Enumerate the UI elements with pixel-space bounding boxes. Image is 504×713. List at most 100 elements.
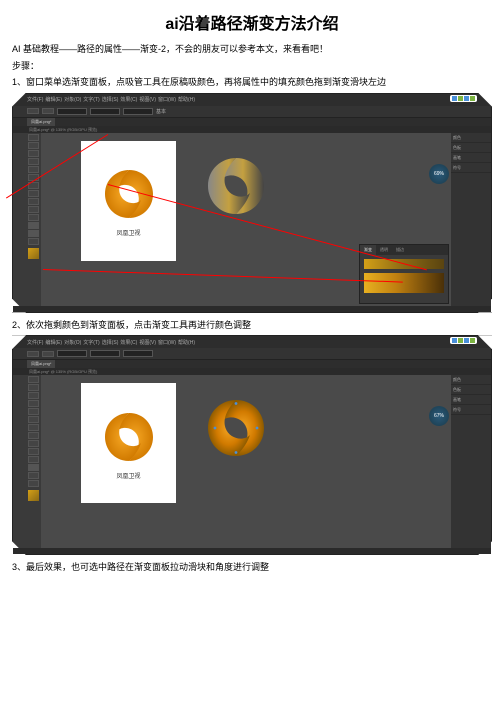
pen-tool-icon-2[interactable] [28, 392, 39, 399]
gradient-tool-icon-2[interactable] [28, 464, 39, 471]
gradient-preview[interactable] [364, 273, 444, 293]
rpanel-swatches[interactable]: 色板 [451, 143, 491, 153]
control-bar-2 [13, 348, 491, 360]
rpanel-color[interactable]: 颜色 [451, 133, 491, 143]
type-tool-icon-2[interactable] [28, 400, 39, 407]
stroke-swatch-2[interactable] [42, 351, 54, 357]
pencil-tool-icon-2[interactable] [28, 432, 39, 439]
scale-tool-icon-2[interactable] [28, 456, 39, 463]
right-panel: 颜色 色板 画笔 符号 [451, 133, 491, 306]
eyedropper-tool-icon[interactable] [28, 230, 39, 237]
stroke-swatch[interactable] [42, 108, 54, 114]
doc-tabbar: 凤凰ai.png* [13, 118, 491, 126]
toolbox-2 [27, 375, 41, 548]
fill-gradient-swatch[interactable] [28, 248, 39, 259]
direct-select-icon[interactable] [28, 142, 39, 149]
menu-effect[interactable]: 效果(C) [120, 96, 137, 103]
artboard-2: 凤凰卫视 [81, 383, 176, 503]
search-badge[interactable] [450, 95, 477, 102]
zoom-info-2: 凤凰ai.png* @ 135% (RGB/GPU 预览) [13, 368, 491, 375]
line-tool-icon-2[interactable] [28, 408, 39, 415]
search-badge-2[interactable] [450, 337, 477, 344]
menu-type[interactable]: 文字(T) [83, 96, 99, 103]
menubar-2: 文件(F) 编辑(E) 对象(O) 文字(T) 选择(S) 效果(C) 视图(V… [13, 336, 491, 348]
rect-tool-icon-2[interactable] [28, 416, 39, 423]
menu-effect-2[interactable]: 效果(C) [120, 339, 137, 346]
stroke-weight-2[interactable] [57, 350, 87, 357]
gradient-tool-icon[interactable] [28, 222, 39, 229]
rpanel-swatches-2[interactable]: 色板 [451, 385, 491, 395]
menu-select-2[interactable]: 选择(S) [102, 339, 119, 346]
phoenix-logo-orange-2 [99, 407, 159, 467]
rpanel-brushes[interactable]: 画笔 [451, 153, 491, 163]
rotate-tool-icon-2[interactable] [28, 448, 39, 455]
menu-object[interactable]: 对象(O) [64, 96, 81, 103]
eraser-tool-icon[interactable] [28, 198, 39, 205]
opacity-field-2[interactable] [90, 350, 120, 357]
rotate-tool-icon[interactable] [28, 206, 39, 213]
menu-help-2[interactable]: 帮助(H) [178, 339, 195, 346]
fill-gradient-swatch-2[interactable] [28, 490, 39, 501]
type-tool-icon[interactable] [28, 158, 39, 165]
steps-label: 步骤： [12, 59, 492, 72]
menu-edit-2[interactable]: 编辑(E) [45, 339, 62, 346]
selection-tool-icon-2[interactable] [28, 376, 39, 383]
rpanel-symbols-2[interactable]: 符号 [451, 405, 491, 415]
logo-edit-target-2[interactable] [201, 393, 281, 473]
menu-type-2[interactable]: 文字(T) [83, 339, 99, 346]
stroke-weight[interactable] [57, 108, 87, 115]
artboard: 凤凰卫视 [81, 141, 176, 261]
line-tool-icon[interactable] [28, 166, 39, 173]
zoom-tool-icon[interactable] [28, 238, 39, 245]
stroke-tab[interactable]: 描边 [392, 245, 408, 255]
phoenix-logo-orange [99, 164, 159, 224]
right-panel-2: 颜色 色板 画笔 符号 [451, 375, 491, 548]
direct-select-icon-2[interactable] [28, 384, 39, 391]
fill-swatch-2[interactable] [27, 351, 39, 357]
statusbar [13, 306, 491, 312]
rpanel-color-2[interactable]: 颜色 [451, 375, 491, 385]
phoenix-logo-gray [201, 151, 271, 221]
page-title: ai沿着路径渐变方法介绍 [12, 10, 492, 34]
pen-tool-icon[interactable] [28, 150, 39, 157]
brush-tool-icon-2[interactable] [28, 424, 39, 431]
menu-edit[interactable]: 编辑(E) [45, 96, 62, 103]
menu-file[interactable]: 文件(F) [27, 96, 43, 103]
logo-edit-target[interactable] [201, 151, 281, 231]
phoenix-logo-selected [201, 393, 271, 463]
menu-view-2[interactable]: 视图(V) [139, 339, 156, 346]
transparency-tab[interactable]: 透明 [376, 245, 392, 255]
step-3: 3、最后效果，也可选中路径在渐变面板拉动滑块和角度进行调整 [12, 561, 492, 574]
menu-view[interactable]: 视图(V) [139, 96, 156, 103]
ribbon-label: 基本 [156, 108, 166, 115]
scale-tool-icon[interactable] [28, 214, 39, 221]
artboard-caption: 凤凰卫视 [116, 228, 140, 237]
rpanel-symbols[interactable]: 符号 [451, 163, 491, 173]
menu-file-2[interactable]: 文件(F) [27, 339, 43, 346]
menubar: 文件(F) 编辑(E) 对象(O) 文字(T) 选择(S) 效果(C) 视图(V… [13, 94, 491, 106]
style-select[interactable] [123, 108, 153, 115]
eraser-tool-icon-2[interactable] [28, 440, 39, 447]
menu-help[interactable]: 帮助(H) [178, 96, 195, 103]
step-2: 2、依次拖剩颜色到渐变面板，点击渐变工具再进行颜色调整 [12, 319, 492, 332]
doc-tab[interactable]: 凤凰ai.png* [27, 118, 55, 126]
gradient-panel[interactable]: 渐变 透明 描边 [359, 244, 449, 304]
menu-select[interactable]: 选择(S) [102, 96, 119, 103]
selection-tool-icon[interactable] [28, 134, 39, 141]
doc-tabbar-2: 凤凰ai.png* [13, 360, 491, 368]
style-select-2[interactable] [123, 350, 153, 357]
toolbox [27, 133, 41, 306]
opacity-field[interactable] [90, 108, 120, 115]
menu-window-2[interactable]: 窗口(W) [158, 339, 176, 346]
eyedropper-tool-icon-2[interactable] [28, 472, 39, 479]
control-bar: 基本 [13, 106, 491, 118]
rpanel-brushes-2[interactable]: 画笔 [451, 395, 491, 405]
pencil-tool-icon[interactable] [28, 190, 39, 197]
intro-text: AI 基础教程——路径的属性——渐变-2，不会的朋友可以参考本文，来看看吧！ [12, 42, 492, 55]
doc-tab-2[interactable]: 凤凰ai.png* [27, 360, 55, 368]
menu-window[interactable]: 窗口(W) [158, 96, 176, 103]
fill-swatch[interactable] [27, 108, 39, 114]
canvas-2[interactable]: 凤凰卫视 [41, 375, 451, 548]
menu-object-2[interactable]: 对象(O) [64, 339, 81, 346]
zoom-tool-icon-2[interactable] [28, 480, 39, 487]
